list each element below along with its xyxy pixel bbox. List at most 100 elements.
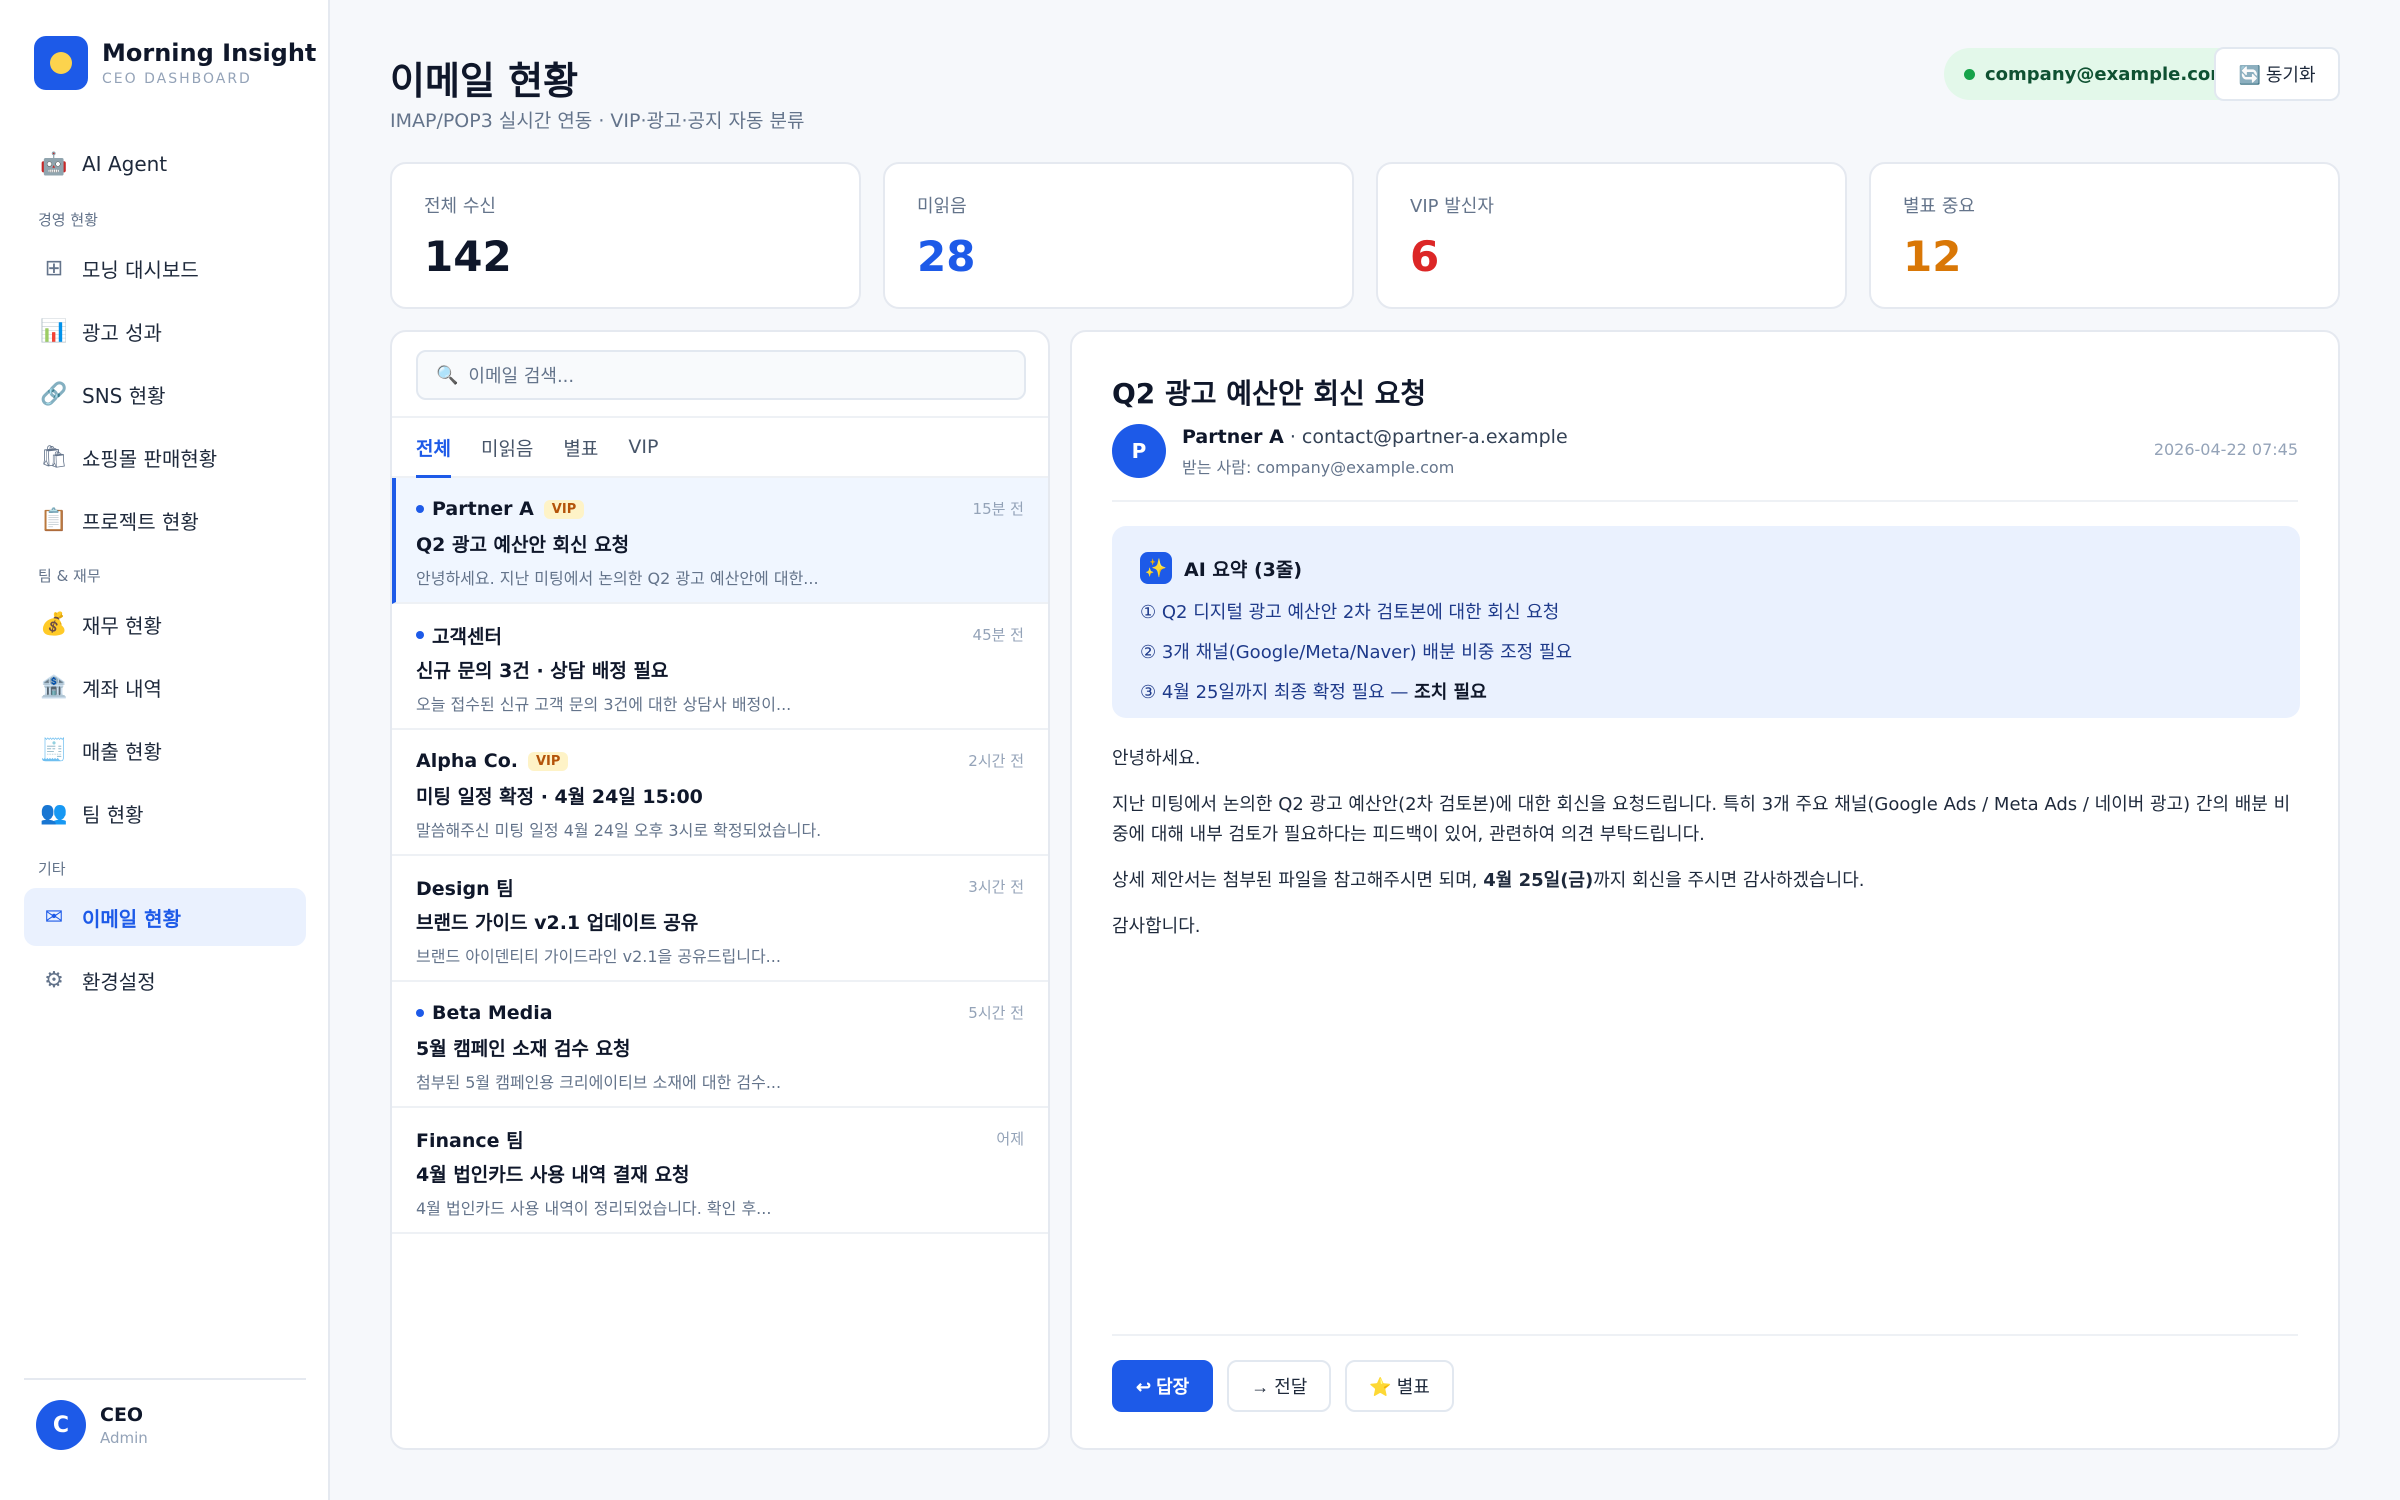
search-placeholder: 이메일 검색... [468, 366, 575, 387]
money-bag-icon: 💰 [40, 611, 68, 637]
user-profile[interactable]: C CEO Admin [24, 1378, 306, 1450]
tab-unread[interactable]: 미읽음 [481, 418, 533, 476]
unread-dot-icon [416, 1009, 424, 1017]
stat-value: 6 [1410, 232, 1440, 281]
email-paragraph: 지난 미팅에서 논의한 Q2 광고 예산안(2차 검토본)에 대한 회신을 요청… [1112, 794, 2291, 845]
robot-icon: 🤖 [40, 151, 68, 177]
account-chip[interactable]: company@example.com [1944, 48, 2249, 100]
search-input[interactable]: 🔍 이메일 검색... [416, 350, 1026, 400]
sidebar-item-label: 쇼핑몰 판매현황 [82, 446, 218, 471]
bank-icon: 🏦 [40, 674, 68, 700]
email-list-subject: 브랜드 가이드 v2.1 업데이트 공유 [416, 912, 699, 934]
sidebar-item-label: 환경설정 [82, 969, 156, 994]
sidebar-item-revenue[interactable]: 🧾 매출 현황 [24, 721, 306, 779]
sidebar-item-label: 광고 성과 [82, 320, 162, 345]
bar-chart-icon: 📊 [40, 318, 68, 344]
tab-starred[interactable]: 별표 [563, 418, 598, 476]
email-list-subject: 4월 법인카드 사용 내역 결재 요청 [416, 1164, 690, 1186]
sidebar-item-settings[interactable]: ⚙ 환경설정 [24, 951, 306, 1009]
avatar: C [36, 1400, 86, 1450]
sidebar-item-ad-performance[interactable]: 📊 광고 성과 [24, 302, 306, 360]
email-sender: Alpha Co. [416, 750, 518, 772]
stat-label: VIP 발신자 [1410, 196, 1494, 217]
unread-dot-icon [416, 631, 424, 639]
sidebar-item-morning-dashboard[interactable]: ⊞ 모닝 대시보드 [24, 239, 306, 297]
page-title: 이메일 현황 [390, 59, 579, 103]
tab-all[interactable]: 전체 [416, 418, 451, 478]
brand-name: Morning Insight [102, 39, 317, 67]
email-list-item[interactable]: Alpha Co. VIP 2시간 전 미팅 일정 확정 · 4월 24일 15:00… [392, 730, 1048, 856]
user-name: CEO [100, 1403, 144, 1426]
nav-section-title: 팀 & 재무 [38, 566, 101, 585]
email-time: 2시간 전 [968, 752, 1024, 770]
email-preview: 브랜드 아이덴티티 가이드라인 v2.1을 공유드립니다... [416, 947, 781, 966]
clipboard-icon: 📋 [40, 507, 68, 533]
gear-icon: ⚙ [44, 967, 64, 993]
email-list-subject: 신규 문의 3건 · 상담 배정 필요 [416, 660, 669, 682]
email-list-item[interactable]: Finance 팀 어제 4월 법인카드 사용 내역 결재 요청 4월 법인카드 사용… [392, 1108, 1048, 1234]
stat-label: 전체 수신 [424, 196, 496, 217]
email-list-item[interactable]: Partner A VIP 15분 전 Q2 광고 예산안 회신 요청 안녕하세요. 지… [392, 478, 1048, 604]
email-list-subject: Q2 광고 예산안 회신 요청 [416, 534, 630, 556]
sender-avatar: P [1112, 424, 1166, 478]
action-required-label: 조치 필요 [1414, 682, 1487, 703]
email-time: 5시간 전 [968, 1004, 1024, 1022]
sidebar-nav: 🤖 AI Agent 경영 현황 ⊞ 모닝 대시보드 📊 광고 성과 🔗 SNS… [24, 135, 306, 1014]
sync-button[interactable]: 🔄 동기화 [2214, 47, 2340, 101]
stat-card-vip: VIP 발신자 6 [1376, 162, 1847, 309]
sidebar-item-email[interactable]: ✉ 이메일 현황 [24, 888, 306, 946]
email-preview: 4월 법인카드 사용 내역이 정리되었습니다. 확인 후... [416, 1199, 772, 1218]
sender-name: Partner A [1182, 426, 1284, 448]
email-time: 15분 전 [972, 500, 1024, 518]
email-preview: 말씀해주신 미팅 일정 4월 24일 오후 3시로 확정되었습니다. [416, 821, 822, 840]
email-paragraph-text: 까지 회신을 주시면 감사하겠습니다. [1593, 870, 1865, 891]
email-preview: 첨부된 5월 캠페인용 크리에이티브 소재에 대한 검수... [416, 1073, 782, 1092]
brand[interactable]: Morning Insight CEO DASHBOARD [34, 36, 316, 90]
brand-subtitle: CEO DASHBOARD [102, 71, 252, 87]
sidebar-item-accounts[interactable]: 🏦 계좌 내역 [24, 658, 306, 716]
email-list-item[interactable]: Beta Media 5시간 전 5월 캠페인 소재 검수 요청첨부된 5월 캠페인… [392, 982, 1048, 1108]
vip-badge: VIP [543, 499, 585, 519]
star-button[interactable]: ⭐ 별표 [1345, 1360, 1454, 1412]
email-tabs: 전체 미읽음 별표 VIP [392, 416, 1048, 478]
sidebar-item-label: 매출 현황 [82, 739, 162, 764]
stat-label: 별표 중요 [1903, 196, 1975, 217]
sparkles-icon: ✨ [1140, 552, 1172, 584]
email-recipient: 받는 사람: company@example.com [1182, 458, 1455, 477]
email-preview: 오늘 접수된 신규 고객 문의 3건에 대한 상담사 배정이... [416, 695, 792, 714]
stat-value: 28 [917, 232, 976, 281]
sidebar-item-label: 이메일 현황 [82, 906, 181, 931]
vip-badge: VIP [528, 751, 569, 771]
email-paragraph: 안녕하세요. [1112, 748, 1201, 769]
email-paragraph: 감사합니다. [1112, 916, 1201, 937]
email-paragraph-text: 상세 제안서는 첨부된 파일을 참고해주시면 되며, [1112, 870, 1484, 891]
email-list-item[interactable]: Design 팀 3시간 전 브랜드 가이드 v2.1 업데이트 공유 브랜드 아이덴… [392, 856, 1048, 982]
email-list-item[interactable]: 고객센터 45분 전 신규 문의 3건 · 상담 배정 필요 오늘 접수된 신규 고객… [392, 604, 1048, 730]
sidebar-item-finance[interactable]: 💰 재무 현황 [24, 595, 306, 653]
sidebar-item-projects[interactable]: 📋 프로젝트 현황 [24, 491, 306, 549]
search-icon: 🔍 [436, 364, 459, 386]
ai-summary: ✨ AI 요약 (3줄) ① Q2 디지털 광고 예산안 2차 검토본에 대한 … [1112, 526, 2300, 718]
sidebar-item-team[interactable]: 👥 팀 현황 [24, 784, 306, 842]
stats-row: 전체 수신 142 미읽음 28 VIP 발신자 6 별표 중요 12 [390, 162, 2340, 309]
nav-section-title: 경영 현황 [38, 210, 98, 229]
sidebar-item-ai-agent[interactable]: 🤖 AI Agent [24, 135, 306, 193]
reply-button[interactable]: ↩ 답장 [1112, 1360, 1214, 1412]
sidebar-item-shop-sales[interactable]: 🛍 쇼핑몰 판매현황 [24, 428, 306, 486]
email-sender: Beta Media [432, 1002, 553, 1024]
email-list-subject: 5월 캠페인 소재 검수 요청 [416, 1038, 631, 1060]
email-subject: Q2 광고 예산안 회신 요청 [1112, 377, 1427, 410]
email-sender: Design 팀 [416, 877, 514, 900]
stat-value: 12 [1903, 232, 1962, 281]
ai-summary-line: ② 3개 채널(Google/Meta/Naver) 배분 비중 조정 필요 [1140, 642, 1573, 663]
email-body: 안녕하세요. 지난 미팅에서 논의한 Q2 광고 예산안(2차 검토본)에 대한… [1112, 744, 2302, 958]
ai-summary-line-text: ③ 4월 25일까지 최종 확정 필요 — [1140, 682, 1415, 703]
sidebar: Morning Insight CEO DASHBOARD 🤖 AI Agent… [0, 0, 330, 1500]
sidebar-item-sns[interactable]: 🔗 SNS 현황 [24, 365, 306, 423]
email-sender: 고객센터 [432, 625, 502, 648]
forward-button[interactable]: → 전달 [1227, 1360, 1332, 1412]
tab-vip[interactable]: VIP [628, 418, 658, 476]
status-dot-icon [1964, 68, 1975, 80]
email-preview: 안녕하세요. 지난 미팅에서 논의한 Q2 광고 예산안에 대한... [416, 569, 819, 588]
unread-dot-icon [416, 505, 424, 513]
